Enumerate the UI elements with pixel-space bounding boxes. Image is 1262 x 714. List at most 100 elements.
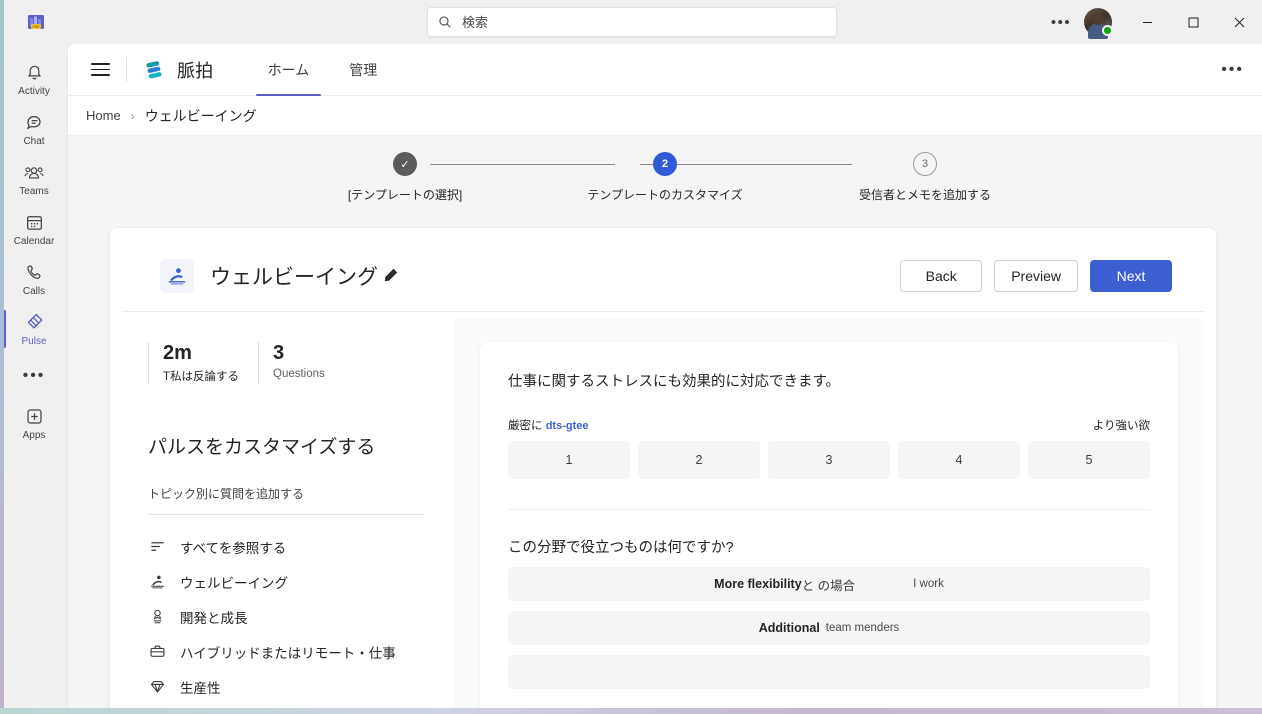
app-name: 脈拍 — [177, 57, 214, 83]
stat-duration: 2m T私は反論する — [148, 342, 258, 384]
sidebar-item-calendar[interactable]: Calendar — [0, 204, 68, 254]
question-2-text: この分野で役立つものは何ですか? — [508, 536, 1150, 557]
scale-labels: 厳密に dts-gtee より強い欲 — [508, 417, 1150, 433]
stepper-connector-1 — [430, 164, 615, 165]
topic-item-browse-all[interactable]: すべてを参照する — [148, 529, 454, 564]
close-button[interactable] — [1216, 0, 1262, 44]
sidebar-more-button[interactable]: ••• — [0, 354, 68, 398]
window-left-edge-accent — [0, 0, 4, 714]
presence-online-indicator — [1102, 25, 1113, 36]
card-actions: Back Preview Next — [900, 260, 1172, 292]
window-bottom-accent — [0, 708, 1262, 714]
sidebar-item-teams[interactable]: Teams — [0, 154, 68, 204]
page-title: ウェルビーイング — [210, 261, 378, 291]
choice-2-tail: team menders — [826, 622, 900, 634]
sidebar-item-calls[interactable]: Calls — [0, 254, 68, 304]
customize-section-title: パルスをカスタマイズする — [148, 432, 454, 459]
scale-low-label: 厳密に dts-gtee — [508, 417, 588, 433]
question-2-choice-3[interactable] — [508, 655, 1150, 689]
next-button[interactable]: Next — [1090, 260, 1172, 292]
app-window: PRE ••• — [0, 0, 1262, 714]
topic-item-label: 生産性 — [180, 677, 221, 697]
topic-item-hybrid-remote-work[interactable]: ハイブリッドまたはリモート・仕事 — [148, 634, 454, 669]
scale-option-2[interactable]: 2 — [638, 441, 760, 479]
scale-low-prefix: 厳密に — [508, 420, 543, 432]
search-icon — [438, 15, 452, 29]
left-nav-rail: Activity Chat Teams — [0, 44, 68, 714]
pulse-stats: 2m T私は反論する 3 Questions — [148, 342, 454, 384]
sidebar-item-label: Pulse — [21, 336, 46, 347]
calendar-icon — [23, 211, 45, 233]
stat-questions: 3 Questions — [258, 342, 368, 384]
choice-1-bold: More flexibility — [714, 577, 802, 591]
topic-item-label: すべてを参照する — [180, 537, 286, 557]
sidebar-item-label: Chat — [23, 136, 44, 147]
scale-low-accent: dts-gtee — [546, 420, 589, 432]
stat-duration-label: T私は反論する — [163, 368, 258, 384]
pulse-icon — [23, 311, 45, 333]
stepper-step-2-label: テンプレートのカスタマイズ — [587, 186, 742, 203]
wizard-stepper: ✓ [テンプレートの選択] 2 テンプレートのカスタマイズ 3 受信者とメモを追… — [68, 136, 1262, 226]
stepper-step-2-marker: 2 — [653, 152, 677, 176]
diamond-icon — [148, 678, 166, 696]
sidebar-item-pulse[interactable]: Pulse — [0, 304, 68, 354]
maximize-button[interactable] — [1170, 0, 1216, 44]
minimize-button[interactable] — [1124, 0, 1170, 44]
sidebar-item-label: Calendar — [14, 236, 55, 247]
chevron-right-icon: › — [131, 109, 135, 123]
bell-icon — [23, 61, 45, 83]
scale-option-4[interactable]: 4 — [898, 441, 1020, 479]
titlebar-right-controls: ••• — [1042, 0, 1262, 44]
tab-manage[interactable]: 管理 — [329, 44, 397, 96]
sidebar-item-label: Teams — [19, 186, 48, 197]
list-icon — [148, 538, 166, 556]
stepper-steps: ✓ [テンプレートの選択] 2 テンプレートのカスタマイズ 3 受信者とメモを追… — [405, 152, 925, 203]
app-tabs: ホーム 管理 — [248, 44, 398, 96]
question-2-choice-1[interactable]: More flexibility と の場合 I work — [508, 567, 1150, 601]
avatar[interactable] — [1084, 8, 1112, 36]
question-preview-panel: 仕事に関するストレスにも効果的に対応できます。 厳密に dts-gtee より強… — [454, 318, 1204, 713]
sidebar-item-label: Activity — [18, 86, 50, 97]
teams-app-logo-icon: PRE — [14, 0, 58, 44]
topic-item-wellbeing[interactable]: ウェルビーイング — [148, 564, 454, 599]
sidebar-item-label: Apps — [23, 430, 46, 441]
scale-option-5[interactable]: 5 — [1028, 441, 1150, 479]
topic-item-label: ハイブリッドまたはリモート・仕事 — [180, 642, 396, 662]
topic-item-productivity[interactable]: 生産性 — [148, 669, 454, 704]
main-card: ウェルビーイング Back Preview Next — [110, 228, 1216, 713]
sidebar-item-label: Calls — [23, 286, 45, 297]
question-divider — [508, 509, 1150, 510]
topic-item-growth[interactable]: 開発と成長 — [148, 599, 454, 634]
stepper-step-1-marker: ✓ — [393, 152, 417, 176]
sidebar-item-chat[interactable]: Chat — [0, 104, 68, 154]
customize-section-subtitle: トピック別に質問を追加する — [148, 485, 454, 502]
question-2-choice-2[interactable]: Additional team menders — [508, 611, 1150, 645]
svg-text:PRE: PRE — [33, 25, 41, 29]
choice-1-tail: I work — [913, 578, 944, 590]
chat-icon — [23, 111, 45, 133]
pencil-icon[interactable] — [382, 267, 399, 284]
preview-button[interactable]: Preview — [994, 260, 1078, 292]
hamburger-menu-icon[interactable] — [84, 54, 116, 86]
titlebar-more-button[interactable]: ••• — [1042, 6, 1080, 38]
stat-questions-label: Questions — [273, 368, 368, 380]
tab-home[interactable]: ホーム — [248, 44, 330, 96]
choice-1-mid: と の場合 — [802, 575, 855, 594]
search-box[interactable] — [427, 7, 837, 37]
question-1-text: 仕事に関するストレスにも効果的に対応できます。 — [508, 370, 1150, 391]
pulse-app-logo-icon — [141, 57, 167, 83]
phone-icon — [23, 261, 45, 283]
back-button[interactable]: Back — [900, 260, 982, 292]
app-header-more-button[interactable]: ••• — [1221, 62, 1244, 78]
scale-option-3[interactable]: 3 — [768, 441, 890, 479]
topic-item-label: 開発と成長 — [180, 607, 248, 627]
scale-option-1[interactable]: 1 — [508, 441, 630, 479]
stat-questions-value: 3 — [273, 342, 368, 364]
sidebar-item-activity[interactable]: Activity — [0, 54, 68, 104]
breadcrumb-home-link[interactable]: Home — [86, 108, 121, 123]
content-shell: 脈拍 ホーム 管理 ••• Home › ウェルビーイング ✓ — [68, 44, 1262, 714]
stepper-step-1-label: [テンプレートの選択] — [348, 186, 462, 203]
sidebar-item-apps[interactable]: Apps — [0, 398, 68, 448]
header-divider — [126, 58, 127, 82]
search-input[interactable] — [462, 15, 826, 30]
